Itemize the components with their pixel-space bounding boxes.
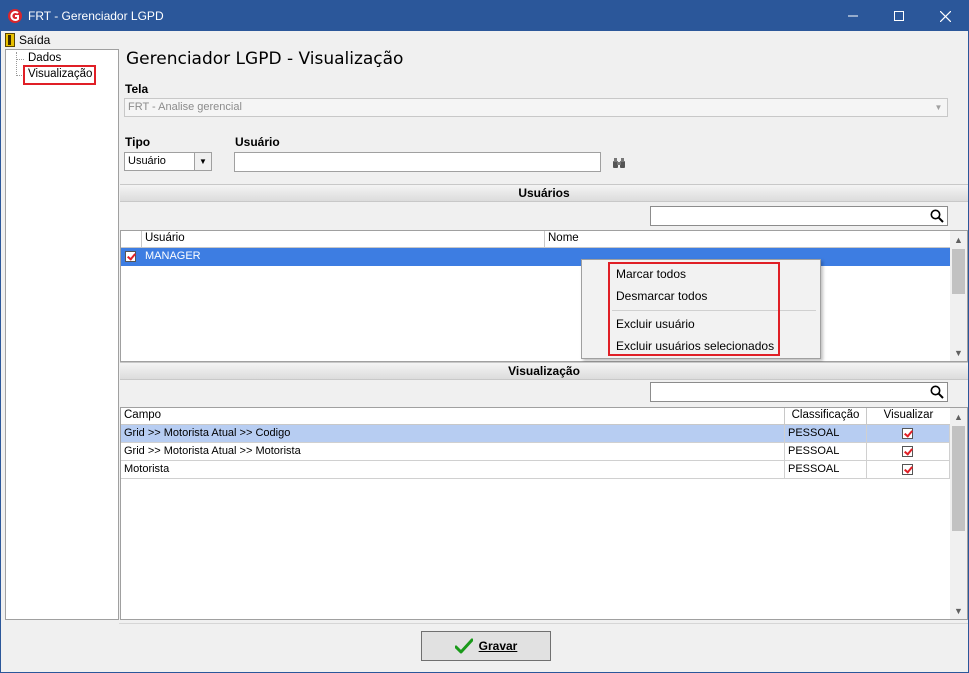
- divider: [119, 623, 968, 624]
- grid-header-usuario[interactable]: Usuário: [142, 231, 545, 248]
- row-checkbox-cell[interactable]: [121, 248, 142, 266]
- close-icon: [939, 10, 951, 22]
- checkbox-checked-icon[interactable]: [125, 251, 136, 262]
- exit-label: Saída: [19, 33, 51, 47]
- cell-classificacao: PESSOAL: [785, 425, 867, 443]
- page-title: Gerenciador LGPD - Visualização: [126, 49, 404, 69]
- usuario-label: Usuário: [235, 135, 280, 149]
- minimize-icon: [848, 15, 858, 17]
- window-title: FRT - Gerenciador LGPD: [28, 9, 164, 23]
- save-button-label: Gravar: [478, 639, 518, 653]
- table-row[interactable]: Grid >> Motorista Atual >> Motorista PES…: [121, 443, 950, 461]
- app-window: FRT - Gerenciador LGPD Saída Dados Visua…: [0, 0, 969, 673]
- highlight-box: [23, 65, 96, 85]
- tela-select[interactable]: FRT - Analise gerencial ▼: [124, 98, 948, 117]
- exit-menu-item[interactable]: Saída: [5, 32, 50, 48]
- search-icon[interactable]: [930, 209, 944, 223]
- scrollbar-thumb[interactable]: [952, 426, 965, 531]
- usuario-input[interactable]: [234, 152, 601, 172]
- tela-value: FRT - Analise gerencial: [128, 101, 242, 113]
- scroll-down-icon[interactable]: ▼: [950, 344, 967, 361]
- tela-label: Tela: [125, 82, 149, 96]
- scroll-up-icon[interactable]: ▲: [950, 231, 967, 248]
- chevron-down-icon: ▼: [934, 103, 943, 112]
- tree-line: [16, 52, 17, 76]
- users-section-header: Usuários: [120, 184, 968, 202]
- navigation-tree: Dados Visualização: [5, 49, 119, 620]
- grid-header-campo[interactable]: Campo: [121, 408, 785, 425]
- grid-header-check: [121, 231, 142, 248]
- grid-header-classificacao[interactable]: Classificação: [785, 408, 867, 425]
- door-exit-icon: [5, 33, 15, 47]
- close-button[interactable]: [922, 1, 968, 31]
- checkmark-icon: [454, 638, 473, 654]
- view-scrollbar[interactable]: ▲ ▼: [950, 408, 967, 619]
- checkbox-checked-icon[interactable]: [902, 428, 913, 439]
- maximize-button[interactable]: [876, 1, 922, 31]
- view-grid: Campo Classificação Visualizar Grid >> M…: [120, 407, 968, 620]
- search-icon[interactable]: [930, 385, 944, 399]
- table-row[interactable]: Grid >> Motorista Atual >> Codigo PESSOA…: [121, 425, 950, 443]
- grid-header-visualizar[interactable]: Visualizar: [867, 408, 951, 425]
- cell-classificacao: PESSOAL: [785, 443, 867, 461]
- minimize-button[interactable]: [830, 1, 876, 31]
- scroll-up-icon[interactable]: ▲: [950, 408, 967, 425]
- cell-usuario: MANAGER: [142, 248, 545, 266]
- view-search-input[interactable]: [650, 382, 948, 402]
- maximize-icon: [894, 11, 904, 21]
- table-row[interactable]: MANAGER: [121, 248, 950, 266]
- tipo-select[interactable]: Usuário ▼: [124, 152, 212, 171]
- cell-campo: Motorista: [121, 461, 785, 479]
- chevron-down-icon: ▼: [194, 153, 211, 170]
- title-bar[interactable]: FRT - Gerenciador LGPD: [1, 1, 968, 31]
- view-section-header: Visualização: [120, 362, 968, 380]
- context-menu-highlight: [608, 262, 780, 356]
- table-row[interactable]: Motorista PESSOAL: [121, 461, 950, 479]
- cell-classificacao: PESSOAL: [785, 461, 867, 479]
- users-search-input[interactable]: [650, 206, 948, 226]
- scrollbar-thumb[interactable]: [952, 249, 965, 294]
- binoculars-icon[interactable]: [613, 158, 625, 168]
- cell-campo: Grid >> Motorista Atual >> Codigo: [121, 425, 785, 443]
- scroll-down-icon[interactable]: ▼: [950, 602, 967, 619]
- users-grid: Usuário Nome MANAGER ▲ ▼: [120, 230, 968, 362]
- tipo-label: Tipo: [125, 135, 151, 149]
- users-scrollbar[interactable]: ▲ ▼: [950, 231, 967, 361]
- tree-line: [16, 59, 24, 60]
- grid-header-nome[interactable]: Nome: [545, 231, 951, 248]
- cell-visualizar[interactable]: [867, 443, 950, 461]
- tipo-value: Usuário: [128, 155, 166, 167]
- menu-bar: Saída: [1, 31, 968, 49]
- app-logo-icon: [8, 9, 22, 23]
- checkbox-checked-icon[interactable]: [902, 464, 913, 475]
- save-button[interactable]: Gravar: [421, 631, 551, 661]
- cell-visualizar[interactable]: [867, 461, 950, 479]
- cell-campo: Grid >> Motorista Atual >> Motorista: [121, 443, 785, 461]
- cell-visualizar[interactable]: [867, 425, 950, 443]
- checkbox-checked-icon[interactable]: [902, 446, 913, 457]
